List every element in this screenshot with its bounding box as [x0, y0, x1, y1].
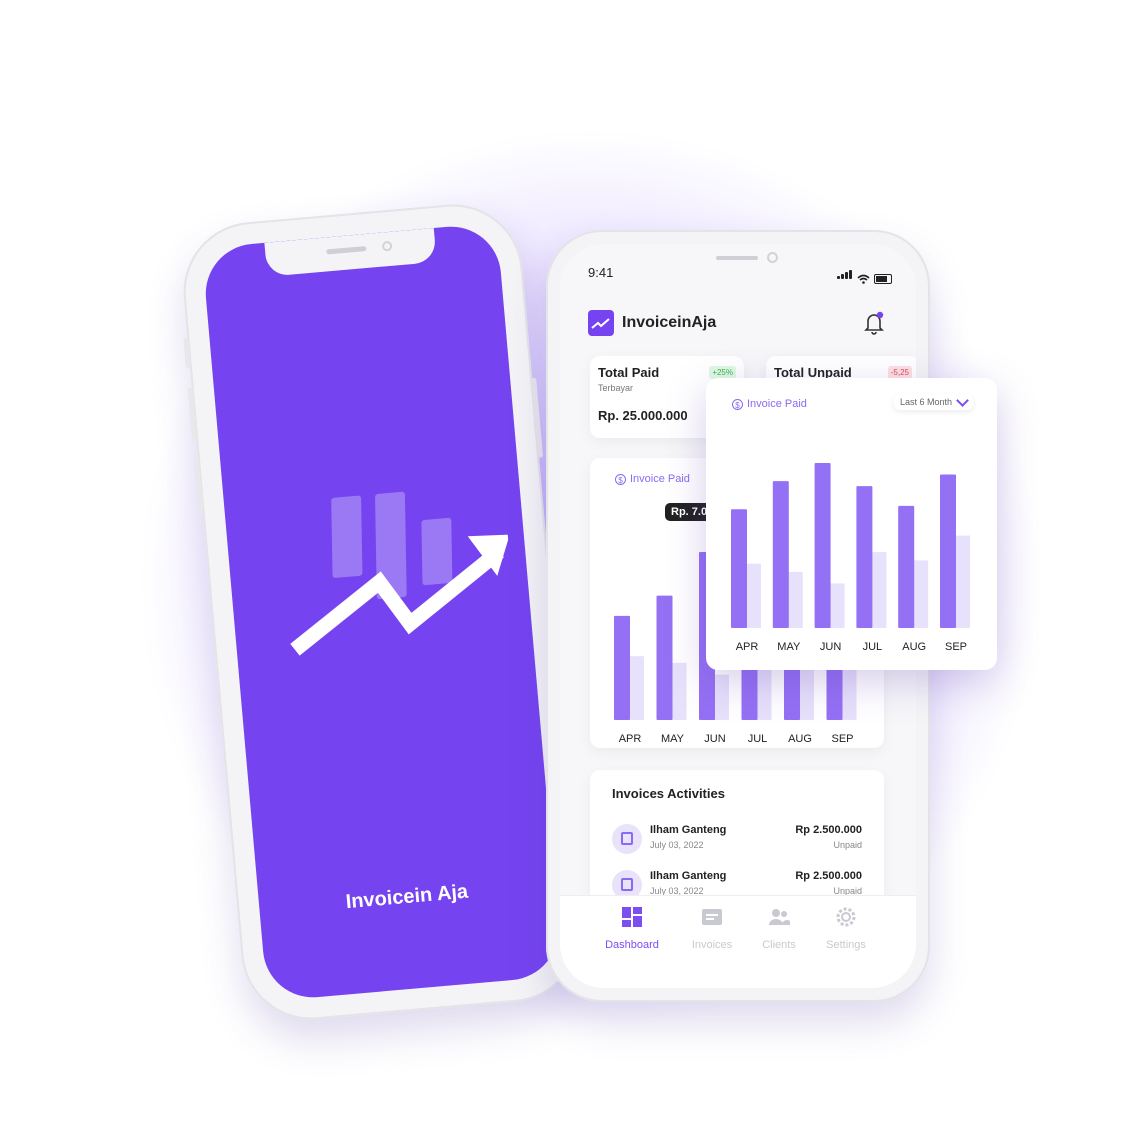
- clients-icon: [769, 909, 790, 925]
- x-tick-label-apr: APR: [619, 733, 642, 745]
- bar-primary-jun[interactable]: [814, 463, 831, 628]
- bar-secondary-apr[interactable]: [745, 563, 761, 628]
- bar-secondary-jul[interactable]: [870, 552, 887, 628]
- total-paid-subtitle: Terbayar: [598, 383, 634, 393]
- bar-secondary-may[interactable]: [786, 571, 803, 628]
- bottom-nav: Dashboard Invoices Clients Settings: [560, 895, 916, 988]
- app-title: InvoiceinAja: [622, 314, 717, 331]
- activity-client-name: Ilham Ganteng: [650, 824, 727, 836]
- nav-label: Settings: [826, 939, 866, 951]
- nav-label: Dashboard: [605, 939, 659, 951]
- x-tick-label-sep: SEP: [945, 641, 967, 653]
- x-tick-label-may: MAY: [661, 733, 685, 745]
- splash-phone: Invoicein Aja: [177, 198, 587, 1026]
- phone-side-button: [183, 337, 191, 369]
- x-tick-label-jul: JUL: [863, 641, 883, 653]
- x-tick-label-apr: APR: [736, 641, 759, 653]
- bar-primary-apr[interactable]: [731, 509, 747, 628]
- header-logo-icon: [588, 310, 614, 336]
- notification-bell-icon[interactable]: [862, 310, 886, 336]
- activity-row[interactable]: Ilham Ganteng July 03, 2022 Rp 2.500.000…: [612, 824, 862, 864]
- bar-primary-sep[interactable]: [940, 474, 956, 628]
- x-tick-label-jul: JUL: [748, 733, 768, 745]
- bar-secondary-jun[interactable]: [713, 674, 729, 720]
- status-time: 9:41: [588, 265, 614, 280]
- bar-secondary-jun[interactable]: [828, 583, 845, 628]
- popup-bar-chart: APR MAY JUN JUL AUG SEP: [731, 463, 970, 653]
- bar-primary-apr[interactable]: [614, 615, 630, 720]
- front-camera: [381, 240, 393, 252]
- total-paid-title: Total Paid: [598, 365, 660, 380]
- x-tick-label-sep: SEP: [831, 733, 853, 745]
- bar-primary-may[interactable]: [772, 481, 789, 628]
- signal-icon: [837, 266, 853, 284]
- bar-secondary-apr[interactable]: [628, 656, 644, 720]
- bar-primary-may[interactable]: [656, 595, 673, 720]
- dashboard-icon: [622, 907, 642, 927]
- activity-amount: Rp 2.500.000: [795, 824, 862, 836]
- x-tick-label-jun: JUN: [704, 733, 725, 745]
- nav-settings[interactable]: Settings: [806, 906, 886, 951]
- app-logo-icon: [290, 491, 510, 656]
- invoice-doc-icon: [612, 824, 642, 854]
- x-tick-label-jun: JUN: [820, 641, 841, 653]
- x-tick-label-aug: AUG: [788, 733, 812, 745]
- activity-date: July 03, 2022: [650, 840, 704, 850]
- speaker: [326, 245, 367, 255]
- invoice-paid-popup: $ Invoice Paid Last 6 Month APR MAY JUN JUL…: [706, 378, 997, 670]
- bar-secondary-sep[interactable]: [954, 535, 970, 628]
- gear-icon: [836, 907, 856, 927]
- activity-status: Unpaid: [833, 840, 862, 850]
- front-camera: [767, 252, 778, 263]
- activities-title: Invoices Activities: [612, 786, 725, 801]
- phone-notch: [264, 228, 437, 277]
- bar-primary-jul[interactable]: [856, 486, 873, 628]
- battery-icon: [874, 274, 892, 284]
- nav-dashboard[interactable]: Dashboard: [592, 906, 672, 951]
- activity-client-name: Ilham Ganteng: [650, 870, 727, 882]
- x-tick-label-may: MAY: [777, 641, 801, 653]
- splash-screen: Invoicein Aja: [201, 222, 563, 1002]
- splash-brand-name: Invoicein Aja: [344, 880, 469, 914]
- x-tick-label-aug: AUG: [902, 641, 926, 653]
- status-icons: [837, 266, 892, 284]
- invoice-icon: [702, 909, 722, 925]
- speaker: [716, 256, 758, 260]
- wifi-icon: [857, 274, 870, 284]
- bar-primary-aug[interactable]: [898, 505, 915, 628]
- activity-amount: Rp 2.500.000: [795, 870, 862, 882]
- total-paid-amount: Rp. 25.000.000: [598, 408, 688, 423]
- bar-secondary-may[interactable]: [670, 662, 687, 720]
- bar-secondary-aug[interactable]: [912, 560, 929, 628]
